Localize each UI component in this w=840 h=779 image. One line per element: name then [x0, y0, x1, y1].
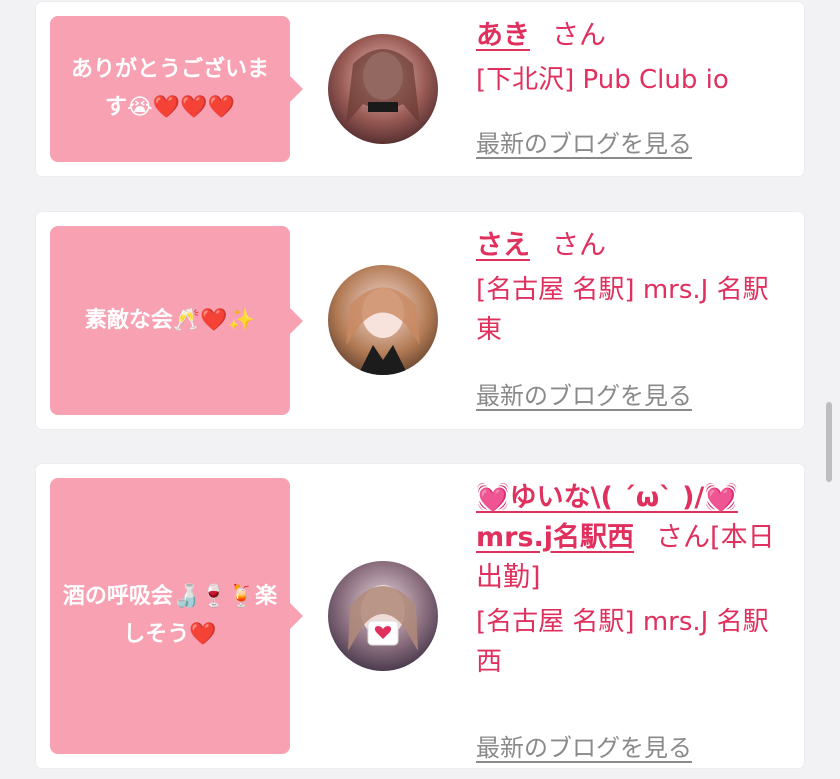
- message-bubble: ありがとうございます😭❤️❤️❤️: [50, 16, 303, 162]
- avatar[interactable]: [328, 265, 438, 375]
- message-card: ありがとうございます😭❤️❤️❤️ あき さん [下北沢] Pub Club io…: [36, 2, 804, 176]
- blog-link[interactable]: 最新のブログを見る: [476, 376, 692, 411]
- blog-link[interactable]: 最新のブログを見る: [476, 124, 692, 159]
- message-bubble: 素敵な会🥂❤️✨: [50, 226, 303, 415]
- honorific: さん: [552, 20, 606, 51]
- message-card: 素敵な会🥂❤️✨ さえ さん [名古屋 名駅] mrs.J 名駅東 最新のブログを…: [36, 212, 804, 429]
- bubble-tail: [290, 307, 303, 334]
- cast-name-line: 💓ゆいな\( ´ω` )/💓mrs.j名駅西 さん[本日出勤]: [476, 478, 792, 598]
- avatar[interactable]: [328, 34, 438, 144]
- cast-name-link[interactable]: あき: [476, 20, 530, 51]
- message-text: ありがとうございます😭❤️❤️❤️: [70, 57, 269, 120]
- avatar[interactable]: [328, 561, 438, 671]
- message-text: 酒の呼吸会🍶🍷🍹楽しそう❤️: [62, 584, 278, 647]
- honorific: さん: [552, 230, 606, 261]
- bubble-tail: [290, 76, 303, 102]
- cast-name-link[interactable]: さえ: [476, 230, 530, 261]
- message-text: 素敵な会🥂❤️✨: [84, 307, 256, 333]
- cast-info: 💓ゆいな\( ´ω` )/💓mrs.j名駅西 さん[本日出勤] [名古屋 名駅] …: [476, 478, 792, 762]
- message-card: 酒の呼吸会🍶🍷🍹楽しそう❤️ 💓ゆいな\( ´ω` )/💓mrs.j名駅西 さん[…: [36, 464, 804, 768]
- cast-name-line: あき さん: [476, 16, 792, 56]
- shop-name: [下北沢] Pub Club io: [476, 65, 729, 95]
- bubble-tail: [290, 603, 303, 629]
- shop-name: [名古屋 名駅] mrs.J 名駅東: [476, 275, 769, 345]
- message-bubble: 酒の呼吸会🍶🍷🍹楽しそう❤️: [50, 478, 303, 754]
- shop-name: [名古屋 名駅] mrs.J 名駅西: [476, 607, 769, 677]
- scrollbar[interactable]: [826, 402, 832, 482]
- cast-info: さえ さん [名古屋 名駅] mrs.J 名駅東 最新のブログを見る: [476, 226, 792, 410]
- cast-name-line: さえ さん: [476, 226, 792, 266]
- cast-info: あき さん [下北沢] Pub Club io 最新のブログを見る: [476, 16, 792, 158]
- blog-link[interactable]: 最新のブログを見る: [476, 728, 692, 763]
